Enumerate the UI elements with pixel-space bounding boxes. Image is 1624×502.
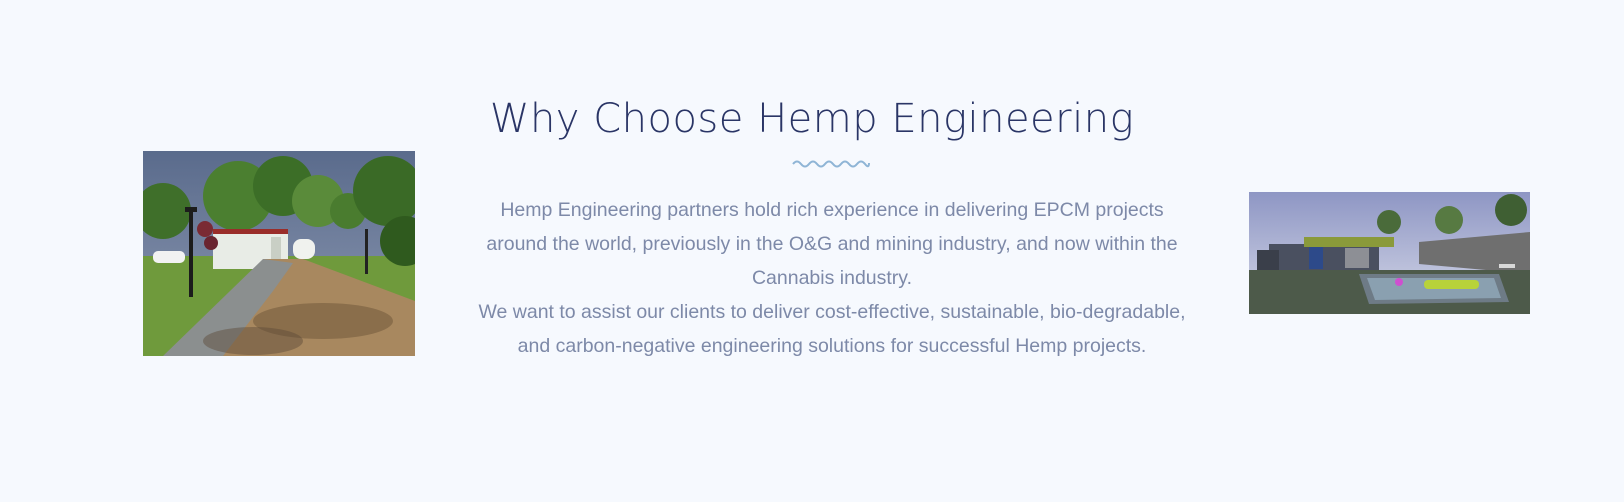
- walkway-render-photo: [143, 151, 415, 356]
- body-paragraph-1: Hemp Engineering partners hold rich expe…: [486, 199, 1178, 289]
- pool-house-render-photo: [1249, 192, 1530, 314]
- why-choose-section: Why Choose Hemp Engineering Hemp Enginee…: [0, 0, 1624, 502]
- wave-divider-icon: [792, 160, 870, 168]
- section-body: Hemp Engineering partners hold rich expe…: [470, 193, 1194, 363]
- section-heading: Why Choose Hemp Engineering: [489, 96, 1135, 142]
- body-paragraph-2: We want to assist our clients to deliver…: [478, 301, 1186, 357]
